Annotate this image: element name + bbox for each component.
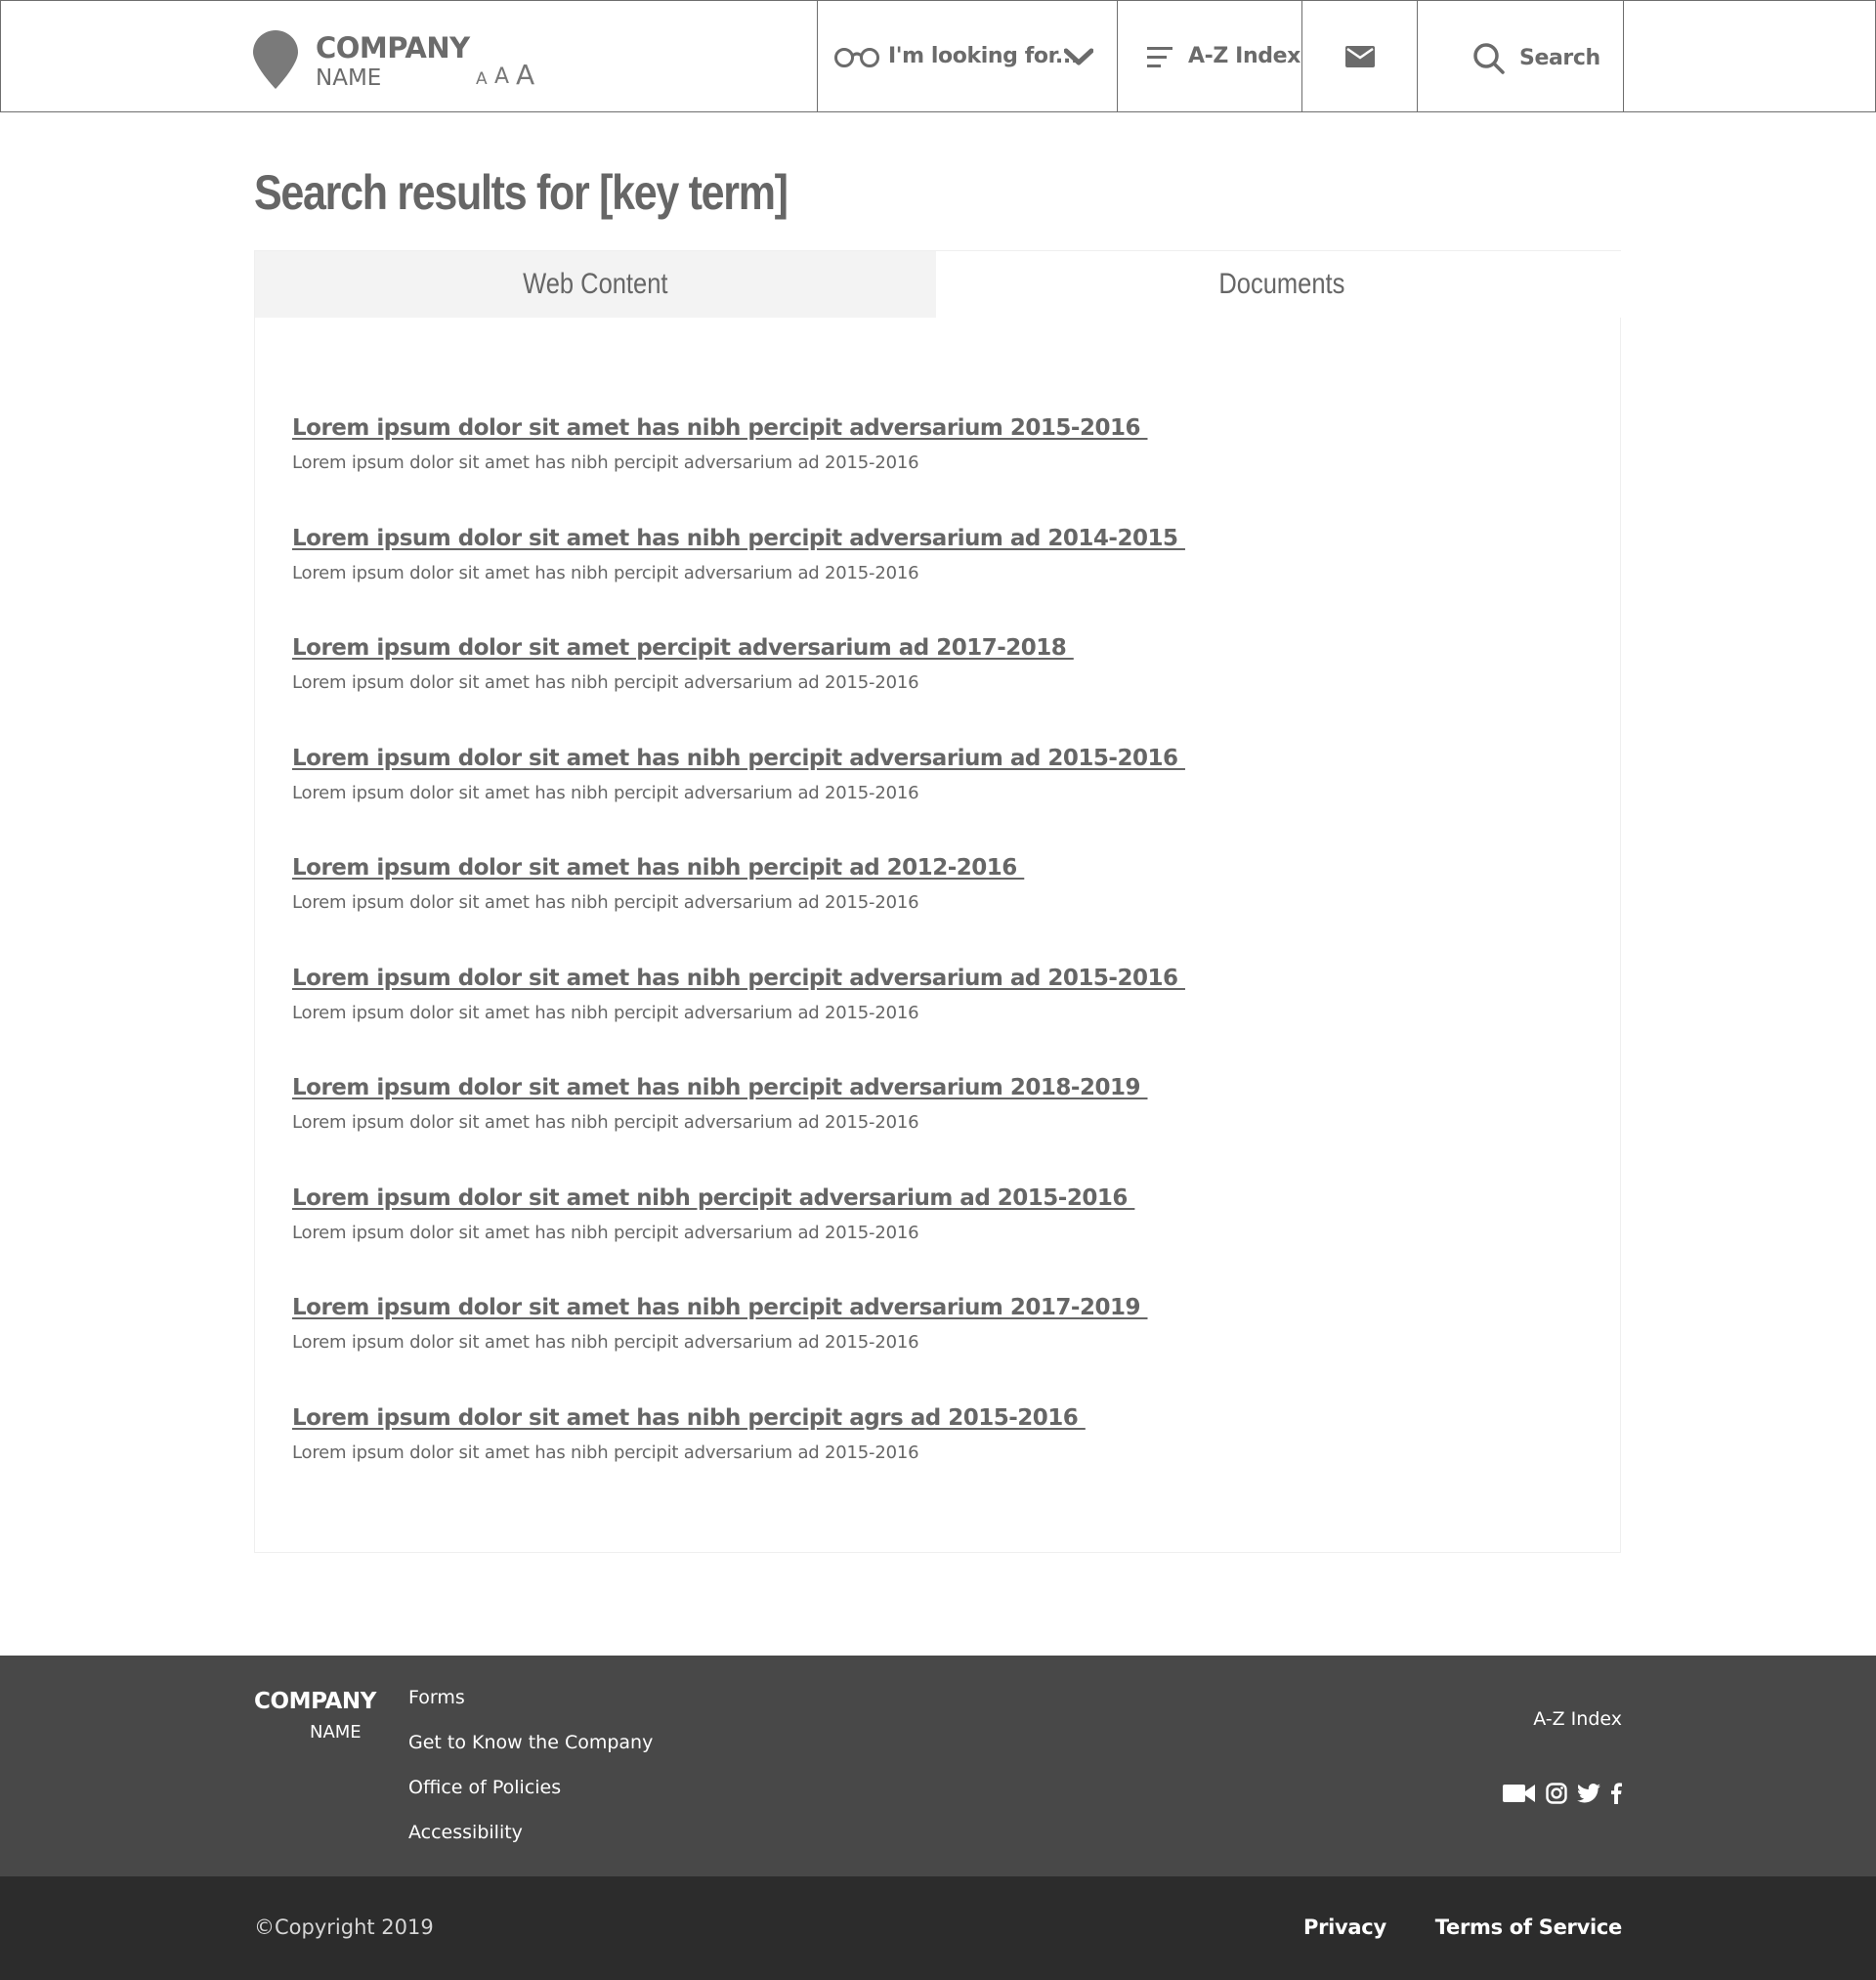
twitter-icon[interactable] [1577, 1784, 1600, 1803]
search-result-title-link[interactable]: Lorem ipsum dolor sit amet has nibh perc… [292, 855, 1024, 881]
search-result-title-link[interactable]: Lorem ipsum dolor sit amet percipit adve… [292, 635, 1074, 661]
facebook-icon[interactable] [1610, 1783, 1622, 1804]
footer-link-forms[interactable]: Forms [408, 1685, 653, 1730]
site-header: COMPANY NAME A A A I'm looking for... A-… [0, 0, 1876, 112]
search-result: Lorem ipsum dolor sit amet has nibh perc… [292, 746, 1562, 856]
social-links [1503, 1783, 1622, 1804]
copyright-text: ©Copyright 2019 [254, 1915, 434, 1939]
search-result-description: Lorem ipsum dolor sit amet has nibh perc… [292, 452, 919, 473]
privacy-link[interactable]: Privacy [1303, 1915, 1386, 1939]
map-pin-icon [253, 30, 298, 89]
search-icon [1473, 43, 1505, 74]
footer-link-accessibility[interactable]: Accessibility [408, 1820, 653, 1865]
search-result-title-link[interactable]: Lorem ipsum dolor sit amet has nibh perc… [292, 1075, 1147, 1100]
footer-link-office-of-policies[interactable]: Office of Policies [408, 1775, 653, 1820]
search-result-description: Lorem ipsum dolor sit amet has nibh perc… [292, 562, 919, 583]
search-result-description: Lorem ipsum dolor sit amet has nibh perc… [292, 1112, 919, 1133]
tab-web-content[interactable]: Web Content [255, 251, 936, 318]
search-button[interactable]: Search [1417, 1, 1623, 111]
footer-links: Forms Get to Know the Company Office of … [408, 1685, 653, 1865]
header-divider [1623, 1, 1624, 111]
search-results-list: Lorem ipsum dolor sit amet has nibh perc… [292, 415, 1562, 1515]
search-result-title-link[interactable]: Lorem ipsum dolor sit amet has nibh perc… [292, 1405, 1086, 1431]
terms-of-service-link[interactable]: Terms of Service [1435, 1915, 1623, 1939]
video-camera-icon[interactable] [1503, 1783, 1536, 1804]
footer-az-index-link[interactable]: A-Z Index [1533, 1708, 1622, 1730]
mail-button[interactable] [1301, 1, 1417, 111]
search-result-title-link[interactable]: Lorem ipsum dolor sit amet has nibh perc… [292, 526, 1185, 551]
search-result-description: Lorem ipsum dolor sit amet has nibh perc… [292, 1002, 919, 1023]
sub-footer: ©Copyright 2019 Privacy Terms of Service [0, 1876, 1876, 1980]
text-size-small-button[interactable]: A [476, 69, 488, 89]
envelope-icon [1344, 45, 1375, 67]
search-result: Lorem ipsum dolor sit amet has nibh perc… [292, 1405, 1562, 1516]
az-index-label: A-Z Index [1188, 44, 1300, 68]
search-result-description: Lorem ipsum dolor sit amet has nibh perc… [292, 672, 919, 693]
search-result: Lorem ipsum dolor sit amet has nibh perc… [292, 966, 1562, 1076]
page-title: Search results for [key term] [254, 165, 789, 220]
logo-name-text: NAME [316, 65, 382, 91]
search-result-description: Lorem ipsum dolor sit amet has nibh perc… [292, 782, 919, 803]
search-result-title-link[interactable]: Lorem ipsum dolor sit amet has nibh perc… [292, 966, 1185, 991]
search-result-description: Lorem ipsum dolor sit amet has nibh perc… [292, 892, 919, 913]
logo-company-text: COMPANY [316, 31, 470, 65]
az-index-link[interactable]: A-Z Index [1117, 1, 1301, 111]
tab-documents-label: Documents [1218, 268, 1344, 300]
search-result: Lorem ipsum dolor sit amet percipit adve… [292, 635, 1562, 746]
results-tab-panel: Web Content Documents Lorem ipsum dolor … [254, 250, 1621, 1553]
tab-web-content-label: Web Content [523, 268, 668, 300]
search-result: Lorem ipsum dolor sit amet nibh percipit… [292, 1185, 1562, 1296]
text-size-medium-button[interactable]: A [494, 65, 509, 89]
site-footer: COMPANY NAME Forms Get to Know the Compa… [0, 1656, 1876, 1876]
menu-lines-icon [1147, 47, 1172, 67]
instagram-icon[interactable] [1546, 1783, 1567, 1804]
text-size-large-button[interactable]: A [516, 59, 534, 91]
search-result: Lorem ipsum dolor sit amet has nibh perc… [292, 1295, 1562, 1405]
search-result: Lorem ipsum dolor sit amet has nibh perc… [292, 1075, 1562, 1185]
search-result-title-link[interactable]: Lorem ipsum dolor sit amet nibh percipit… [292, 1185, 1134, 1211]
company-logo[interactable]: COMPANY NAME [253, 30, 470, 91]
search-result: Lorem ipsum dolor sit amet has nibh perc… [292, 526, 1562, 636]
footer-logo-company: COMPANY [254, 1689, 376, 1714]
search-result-description: Lorem ipsum dolor sit amet has nibh perc… [292, 1442, 919, 1463]
search-result-description: Lorem ipsum dolor sit amet has nibh perc… [292, 1222, 919, 1243]
looking-for-dropdown[interactable]: I'm looking for... [817, 1, 1117, 111]
footer-link-get-to-know[interactable]: Get to Know the Company [408, 1730, 653, 1775]
chevron-down-icon [1064, 48, 1093, 65]
search-result: Lorem ipsum dolor sit amet has nibh perc… [292, 415, 1562, 526]
footer-logo-name: NAME [310, 1722, 362, 1743]
search-label: Search [1519, 46, 1600, 70]
search-result-title-link[interactable]: Lorem ipsum dolor sit amet has nibh perc… [292, 1295, 1147, 1320]
search-result: Lorem ipsum dolor sit amet has nibh perc… [292, 855, 1562, 966]
glasses-icon [834, 48, 879, 67]
search-result-title-link[interactable]: Lorem ipsum dolor sit amet has nibh perc… [292, 746, 1185, 771]
search-result-description: Lorem ipsum dolor sit amet has nibh perc… [292, 1332, 919, 1353]
looking-for-label: I'm looking for... [888, 44, 1079, 68]
tab-documents[interactable]: Documents [942, 251, 1621, 318]
search-result-title-link[interactable]: Lorem ipsum dolor sit amet has nibh perc… [292, 415, 1147, 441]
